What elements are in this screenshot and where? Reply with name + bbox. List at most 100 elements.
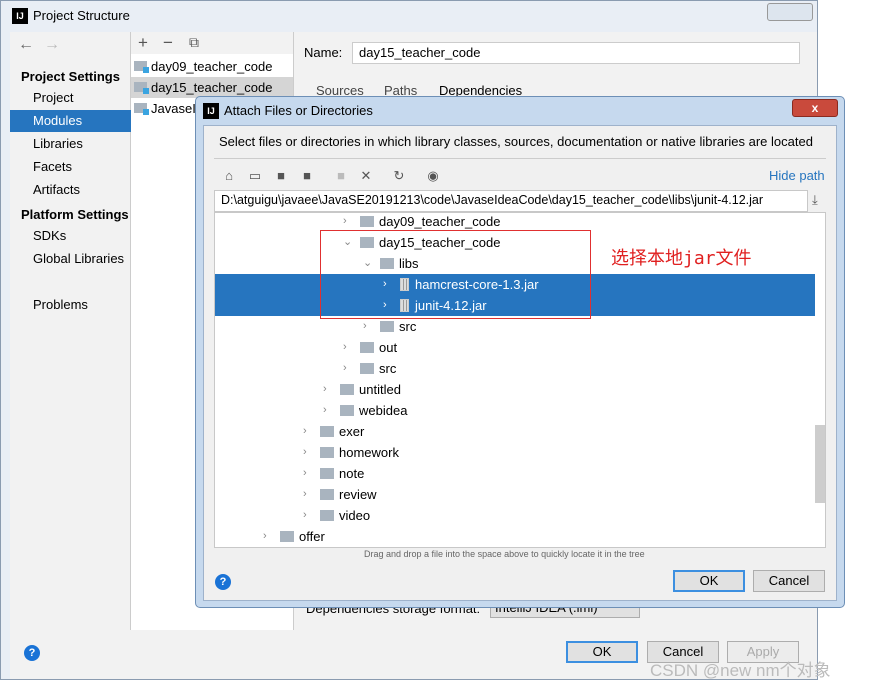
copy-icon[interactable]: ⧉	[189, 34, 199, 51]
window-title: Project Structure	[33, 8, 130, 23]
download-icon[interactable]: ⤓	[812, 192, 818, 208]
nav-global-libraries[interactable]: Global Libraries	[10, 248, 131, 270]
folder-icon	[360, 216, 374, 227]
chevron-right-icon[interactable]: ›	[303, 463, 313, 484]
name-input[interactable]: day15_teacher_code	[352, 42, 800, 64]
nav-problems[interactable]: Problems	[10, 294, 131, 316]
show-hidden-icon[interactable]: ◉	[425, 168, 441, 184]
back-icon[interactable]: ←	[18, 36, 34, 54]
tree-row[interactable]: › webidea	[215, 400, 815, 421]
chevron-right-icon[interactable]: ›	[303, 442, 313, 463]
delete-icon[interactable]: ✕	[358, 168, 374, 184]
chevron-right-icon[interactable]: ›	[323, 400, 333, 421]
nav-modules[interactable]: Modules	[10, 110, 131, 132]
annotation-text: 选择本地jar文件	[611, 248, 752, 269]
window-close-button[interactable]	[767, 3, 813, 21]
folder-icon	[380, 321, 394, 332]
tree-scrollbar[interactable]	[815, 425, 825, 503]
help-icon[interactable]: ?	[24, 645, 40, 661]
hide-path-link[interactable]: Hide path	[769, 168, 825, 183]
platform-settings-header: Platform Settings	[21, 207, 129, 222]
module-label: day15_teacher_code	[151, 80, 273, 95]
nav-facets[interactable]: Facets	[10, 156, 131, 178]
dialog-ok-button[interactable]: OK	[673, 570, 745, 592]
project-folder-icon[interactable]: ■	[273, 168, 289, 183]
folder-icon	[360, 342, 374, 353]
folder-icon	[340, 405, 354, 416]
refresh-icon[interactable]: ↻	[391, 168, 407, 184]
folder-icon	[320, 426, 334, 437]
folder-icon	[280, 531, 294, 542]
dialog-description: Select files or directories in which lib…	[219, 134, 813, 149]
tree-row[interactable]: › offer	[215, 526, 815, 547]
chevron-right-icon[interactable]: ›	[263, 526, 273, 547]
tree-row-label: out	[379, 340, 398, 355]
nav-artifacts[interactable]: Artifacts	[10, 179, 131, 201]
tree-row-label: video	[339, 508, 371, 523]
chevron-right-icon[interactable]: ›	[323, 379, 333, 400]
intellij-logo-icon: IJ	[12, 8, 28, 24]
home-icon[interactable]: ⌂	[221, 168, 237, 183]
tree-row-label: src	[399, 319, 417, 334]
tree-row-label: src	[379, 361, 397, 376]
module-folder-icon[interactable]: ■	[299, 168, 315, 183]
tree-row[interactable]: › video	[215, 505, 815, 526]
forward-icon[interactable]: →	[44, 36, 60, 54]
chevron-right-icon[interactable]: ›	[343, 358, 353, 379]
chevron-right-icon[interactable]: ›	[343, 337, 353, 358]
settings-nav: ← → Project Settings Project Modules Lib…	[10, 32, 131, 630]
drag-drop-hint: Drag and drop a file into the space abov…	[364, 549, 645, 559]
module-item[interactable]: day15_teacher_code	[131, 77, 293, 98]
folder-icon	[320, 447, 334, 458]
chevron-right-icon[interactable]: ›	[343, 213, 353, 232]
ok-button[interactable]: OK	[566, 641, 638, 663]
plus-icon[interactable]: +	[138, 33, 148, 53]
tree-row[interactable]: › exer	[215, 421, 815, 442]
tree-row[interactable]: › src	[215, 316, 815, 337]
module-label: JavaseI	[151, 101, 196, 116]
tree-row[interactable]: › out	[215, 337, 815, 358]
name-label: Name:	[304, 45, 343, 60]
module-item[interactable]: day09_teacher_code	[131, 56, 293, 77]
module-label: day09_teacher_code	[151, 59, 273, 74]
tree-row-label: day09_teacher_code	[379, 214, 501, 229]
folder-icon	[320, 489, 334, 500]
nav-project[interactable]: Project	[10, 87, 131, 109]
nav-sdks[interactable]: SDKs	[10, 225, 131, 247]
tree-row-label: offer	[299, 529, 325, 544]
tree-row[interactable]: › review	[215, 484, 815, 505]
nav-libraries[interactable]: Libraries	[10, 133, 131, 155]
folder-icon	[360, 363, 374, 374]
dialog-cancel-button[interactable]: Cancel	[753, 570, 825, 592]
dialog-close-button[interactable]: x	[792, 99, 838, 117]
chevron-right-icon[interactable]: ›	[363, 316, 373, 337]
tree-row-label: homework	[339, 445, 399, 460]
tree-row-label: review	[339, 487, 377, 502]
chevron-right-icon[interactable]: ›	[303, 484, 313, 505]
folder-icon	[340, 384, 354, 395]
dialog-help-icon[interactable]: ?	[215, 574, 231, 590]
dialog-title: Attach Files or Directories	[224, 103, 373, 118]
tree-row-label: untitled	[359, 382, 401, 397]
chevron-right-icon[interactable]: ›	[303, 421, 313, 442]
tree-row[interactable]: › note	[215, 463, 815, 484]
folder-icon	[320, 510, 334, 521]
highlight-box	[320, 230, 591, 319]
tree-row-label: webidea	[359, 403, 408, 418]
desktop-icon[interactable]: ▭	[247, 168, 263, 184]
tree-row-label: exer	[339, 424, 365, 439]
new-folder-icon[interactable]: ■	[333, 168, 349, 183]
divider	[214, 158, 826, 159]
path-input[interactable]: D:\atguigu\javaee\JavaSE20191213\code\Ja…	[214, 190, 808, 212]
folder-icon	[320, 468, 334, 479]
intellij-logo-icon: IJ	[203, 103, 219, 119]
module-folder-icon	[134, 82, 149, 94]
watermark: CSDN @new nm个对象	[650, 661, 831, 680]
minus-icon[interactable]: −	[163, 33, 173, 53]
tree-row[interactable]: › src	[215, 358, 815, 379]
tree-row[interactable]: › untitled	[215, 379, 815, 400]
tree-row[interactable]: › homework	[215, 442, 815, 463]
tree-row-label: note	[339, 466, 365, 481]
chevron-right-icon[interactable]: ›	[303, 505, 313, 526]
tree-row[interactable]: › day09_teacher_code	[215, 213, 815, 232]
